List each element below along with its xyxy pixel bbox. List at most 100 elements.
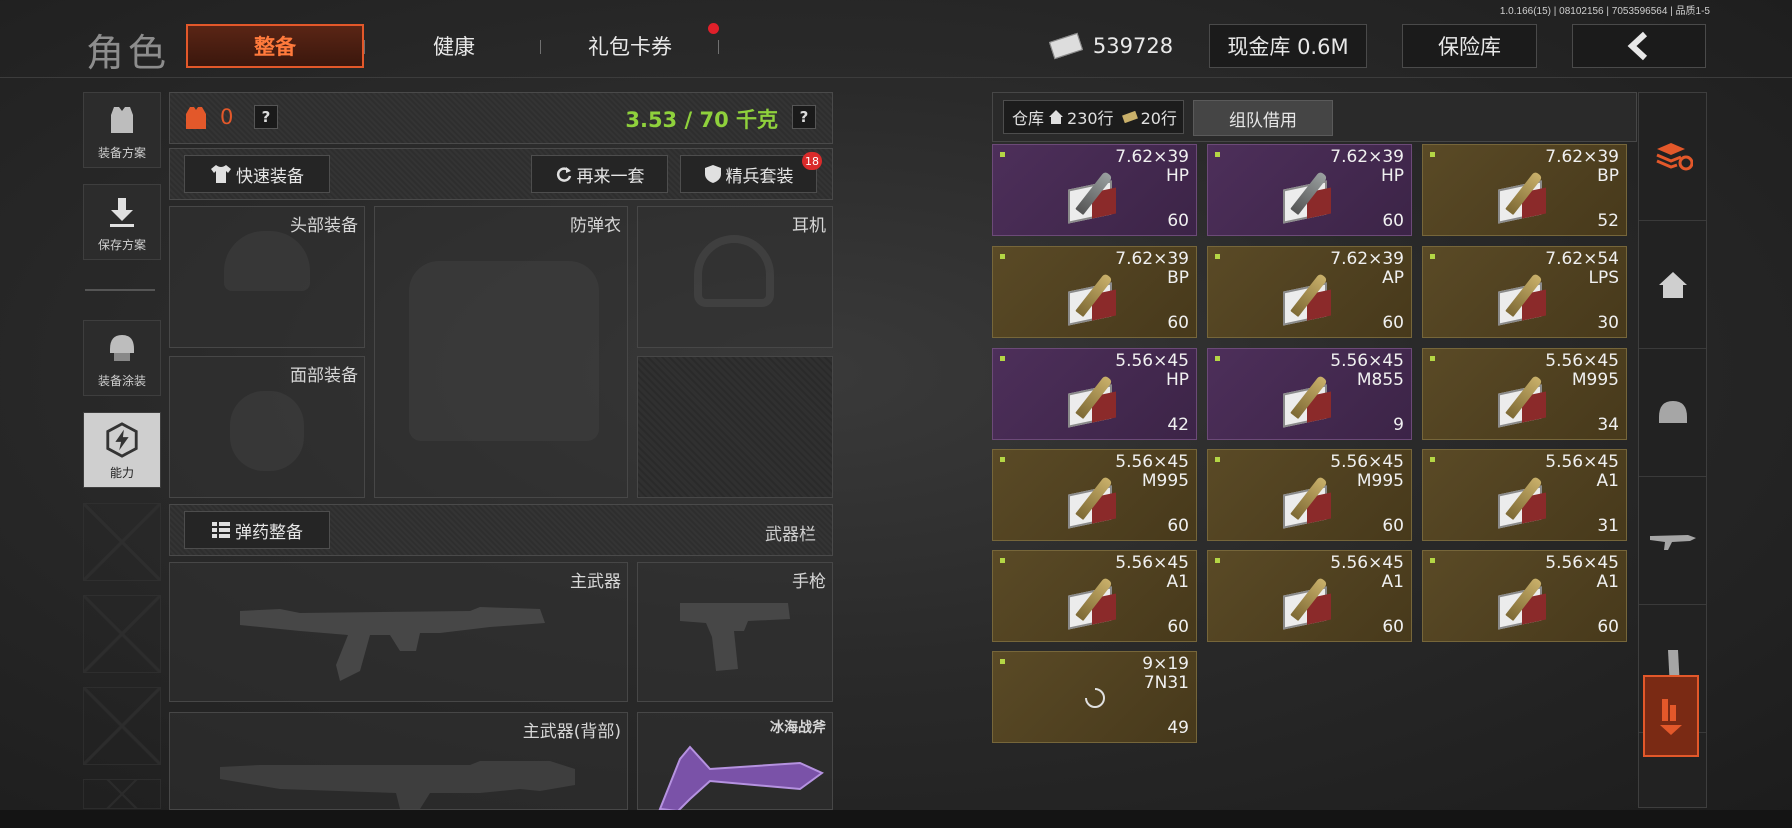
ammo-prep-label: 弹药整备 bbox=[235, 522, 303, 543]
ammo-count: 52 bbox=[1597, 211, 1619, 231]
ability-button[interactable]: 能力 bbox=[83, 412, 161, 488]
ammo-count: 42 bbox=[1167, 415, 1189, 435]
team-borrow-button[interactable]: 组队借用 bbox=[1193, 100, 1333, 136]
ammo-item[interactable]: 7.62×39 BP 60 bbox=[992, 246, 1197, 338]
filter-all-button[interactable] bbox=[1639, 93, 1706, 221]
safe-box-button[interactable]: 保险库 bbox=[1402, 24, 1537, 68]
tab-health[interactable]: 健康 bbox=[384, 24, 524, 68]
ammo-item[interactable]: 7.62×39 BP 52 bbox=[1422, 144, 1627, 236]
ammo-item[interactable]: 5.56×45 A1 31 bbox=[1422, 449, 1627, 541]
filter-home-button[interactable] bbox=[1639, 221, 1706, 349]
ammo-item[interactable]: 7.62×39 HP 60 bbox=[1207, 144, 1412, 236]
sort-button[interactable] bbox=[1643, 675, 1699, 757]
ammo-item[interactable]: 5.56×45 A1 60 bbox=[1422, 550, 1627, 642]
caliber-text: 5.56×45 bbox=[1330, 553, 1404, 573]
storage-header: 仓库 230行 20行 组队借用 bbox=[992, 92, 1637, 142]
ability-label: 能力 bbox=[109, 466, 134, 480]
caliber-text: 7.62×39 bbox=[1330, 249, 1404, 269]
ammo-item[interactable]: 5.56×45 M995 60 bbox=[992, 449, 1197, 541]
melee-label: 冰海战斧 bbox=[770, 720, 826, 736]
new-item-marker bbox=[1430, 254, 1435, 259]
ammo-count: 60 bbox=[1382, 617, 1404, 637]
ammo-item[interactable]: 7.62×39 HP 60 bbox=[992, 144, 1197, 236]
back-button[interactable] bbox=[1572, 24, 1706, 68]
ammo-caliber: 7.62×39 AP bbox=[1330, 250, 1404, 288]
ammo-type-text: M995 bbox=[1571, 370, 1619, 390]
ticket-icon bbox=[1121, 111, 1138, 123]
elite-kit-label: 精兵套装 bbox=[725, 166, 794, 187]
home-icon bbox=[1658, 271, 1687, 298]
ammo-prep-button[interactable]: 弹药整备 bbox=[184, 511, 330, 549]
ammo-item[interactable]: 9×19 7N31 49 bbox=[992, 651, 1197, 743]
pistol-silhouette bbox=[680, 603, 790, 671]
help-button[interactable]: ? bbox=[254, 105, 278, 129]
tab-loadout[interactable]: 整备 bbox=[186, 24, 364, 68]
helmet-icon bbox=[1658, 400, 1687, 423]
tab-divider bbox=[364, 40, 365, 54]
loadout-plan-button[interactable]: 装备方案 bbox=[83, 92, 161, 168]
caliber-text: 5.56×45 bbox=[1115, 452, 1189, 472]
new-item-marker bbox=[1215, 457, 1220, 462]
empty-side-slot[interactable] bbox=[83, 687, 161, 765]
empty-side-slot[interactable] bbox=[83, 779, 161, 809]
ammo-item[interactable]: 5.56×45 M855 9 bbox=[1207, 348, 1412, 440]
ammo-caliber: 7.62×39 HP bbox=[1115, 148, 1189, 186]
new-item-marker bbox=[1000, 152, 1005, 157]
face-gear-slot[interactable]: 面部装备 bbox=[169, 356, 365, 498]
caliber-text: 7.62×39 bbox=[1115, 147, 1189, 167]
sort-down-icon bbox=[1660, 699, 1682, 735]
axe-icon bbox=[658, 745, 824, 811]
cash-vault-button[interactable]: 现金库 0.6M bbox=[1209, 24, 1367, 68]
gear-skin-button[interactable]: 装备涂装 bbox=[83, 320, 161, 396]
head-gear-slot[interactable]: 头部装备 bbox=[169, 206, 365, 348]
ammo-item[interactable]: 7.62×39 AP 60 bbox=[1207, 246, 1412, 338]
storage-capacity[interactable]: 仓库 230行 20行 bbox=[1003, 100, 1184, 134]
caliber-text: 5.56×45 bbox=[1115, 553, 1189, 573]
pistol-label: 手枪 bbox=[792, 572, 826, 592]
rifle-icon bbox=[1649, 534, 1696, 550]
ammo-item[interactable]: 5.56×45 M995 60 bbox=[1207, 449, 1412, 541]
reroll-button[interactable]: 再来一套 bbox=[531, 155, 668, 193]
refresh-icon bbox=[556, 167, 571, 182]
ammo-caliber: 5.56×45 M855 bbox=[1330, 352, 1404, 390]
armor-slot[interactable]: 防弹衣 bbox=[374, 206, 628, 498]
empty-side-slot[interactable] bbox=[83, 595, 161, 673]
caliber-text: 5.56×45 bbox=[1545, 553, 1619, 573]
filter-weapon-button[interactable] bbox=[1639, 477, 1706, 605]
empty-side-slot[interactable] bbox=[83, 503, 161, 581]
quick-equip-button[interactable]: 快速装备 bbox=[184, 155, 330, 193]
primary-weapon-slot[interactable]: 主武器 bbox=[169, 562, 628, 702]
ammo-item[interactable]: 5.56×45 A1 60 bbox=[1207, 550, 1412, 642]
ear-slot[interactable]: 耳机 bbox=[637, 206, 833, 348]
ammo-item[interactable]: 5.56×45 M995 34 bbox=[1422, 348, 1627, 440]
loadout-status-bar: 0 ? 3.53 / 70 千克 ? bbox=[169, 92, 833, 144]
shirt-icon bbox=[211, 165, 231, 183]
save-plan-label: 保存方案 bbox=[97, 238, 146, 252]
ammo-type-text: A1 bbox=[1166, 572, 1189, 592]
notification-dot bbox=[708, 23, 719, 34]
ammo-item[interactable]: 5.56×45 HP 42 bbox=[992, 348, 1197, 440]
ammo-item[interactable]: 5.56×45 A1 60 bbox=[992, 550, 1197, 642]
weight-help-button[interactable]: ? bbox=[792, 105, 816, 129]
caliber-text: 7.62×39 bbox=[1115, 249, 1189, 269]
rifle-back-silhouette bbox=[220, 761, 575, 809]
ammo-count: 60 bbox=[1382, 516, 1404, 536]
tab-gift-coupons[interactable]: 礼包卡券 bbox=[560, 24, 700, 68]
ammo-count: 60 bbox=[1382, 211, 1404, 231]
primary-back-weapon-slot[interactable]: 主武器(背部) bbox=[169, 712, 628, 810]
save-plan-button[interactable]: 保存方案 bbox=[83, 184, 161, 260]
caliber-text: 7.62×54 bbox=[1545, 249, 1619, 269]
ammo-caliber: 5.56×45 M995 bbox=[1115, 453, 1189, 491]
pistol-slot[interactable]: 手枪 bbox=[637, 562, 833, 702]
filter-gear-button[interactable] bbox=[1639, 349, 1706, 477]
caliber-text: 5.56×45 bbox=[1330, 351, 1404, 371]
new-item-marker bbox=[1000, 254, 1005, 259]
ammo-count: 30 bbox=[1597, 313, 1619, 333]
ammo-type-text: A1 bbox=[1596, 572, 1619, 592]
melee-slot[interactable]: 冰海战斧 bbox=[637, 712, 833, 811]
cash-display: 539728 bbox=[1048, 24, 1174, 68]
primary-weapon-label: 主武器 bbox=[570, 572, 621, 592]
elite-kit-button[interactable]: 精兵套装 bbox=[680, 155, 817, 193]
tab-divider bbox=[718, 40, 719, 54]
ammo-item[interactable]: 7.62×54 LPS 30 bbox=[1422, 246, 1627, 338]
